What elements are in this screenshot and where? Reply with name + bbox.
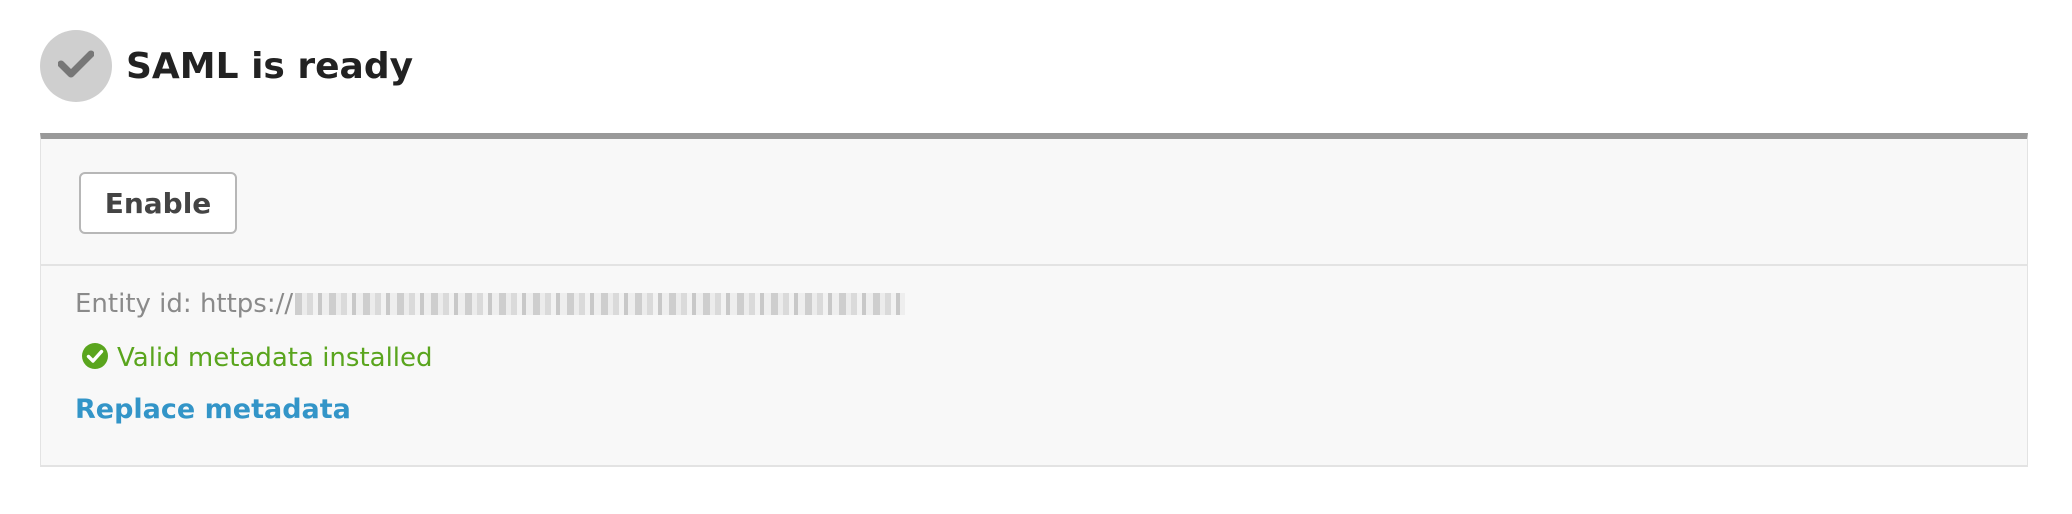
replace-metadata-link[interactable]: Replace metadata bbox=[75, 394, 351, 425]
entity-id-label: Entity id: bbox=[75, 289, 192, 319]
check-circle-icon bbox=[81, 342, 109, 374]
panel-toolbar: Enable bbox=[41, 139, 2027, 266]
metadata-status-text: Valid metadata installed bbox=[117, 343, 433, 373]
saml-status-header: SAML is ready bbox=[40, 30, 413, 102]
metadata-status: Valid metadata installed bbox=[81, 340, 433, 376]
entity-id-redacted-value bbox=[295, 293, 906, 315]
saml-settings-panel: Enable Entity id: https:// Valid metadat… bbox=[40, 133, 2028, 467]
checkmark-icon bbox=[57, 50, 95, 82]
entity-id-row: Entity id: https:// bbox=[75, 286, 906, 322]
page-title: SAML is ready bbox=[126, 45, 414, 87]
entity-id-url-prefix: https:// bbox=[199, 289, 294, 319]
status-indicator bbox=[40, 30, 112, 102]
enable-button[interactable]: Enable bbox=[79, 172, 237, 234]
